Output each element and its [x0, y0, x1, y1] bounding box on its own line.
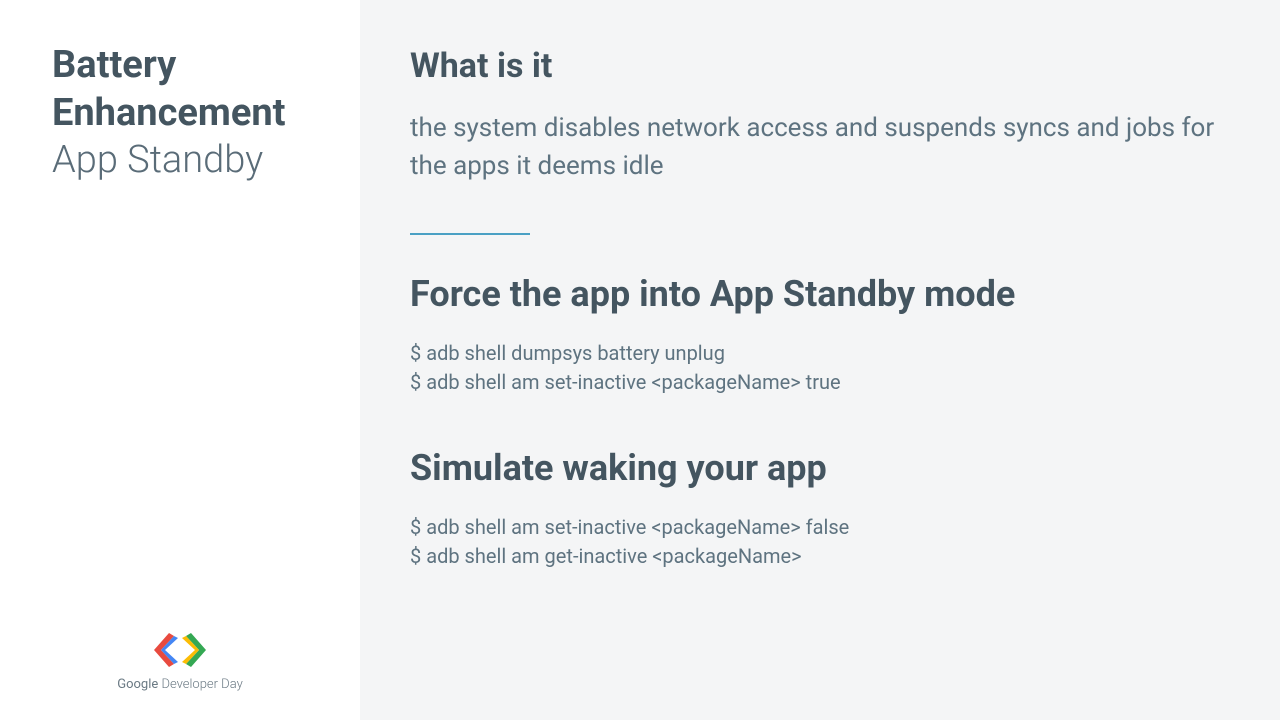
right-panel: What is it the system disables network a…	[360, 0, 1280, 720]
title-line1: Battery	[52, 42, 330, 90]
section2-code: $ adb shell dumpsys battery unplug $ adb…	[410, 339, 1220, 397]
section3-heading: Simulate waking your app	[410, 447, 1220, 489]
code-line: $ adb shell am get-inactive <packageName…	[410, 542, 1220, 571]
section3-code: $ adb shell am set-inactive <packageName…	[410, 513, 1220, 571]
footer-logo: Google Developer Day	[0, 633, 360, 692]
divider	[410, 233, 530, 235]
logo-text-light: Developer Day	[158, 677, 242, 692]
google-developers-icon	[152, 633, 208, 671]
section1-body: the system disables network access and s…	[410, 110, 1220, 185]
section1-heading: What is it	[410, 46, 1220, 86]
title-line2: Enhancement	[52, 90, 330, 138]
code-line: $ adb shell am set-inactive <packageName…	[410, 368, 1220, 397]
logo-text: Google Developer Day	[0, 677, 360, 692]
code-line: $ adb shell dumpsys battery unplug	[410, 339, 1220, 368]
code-line: $ adb shell am set-inactive <packageName…	[410, 513, 1220, 542]
logo-text-bold: Google	[117, 677, 158, 692]
section2-heading: Force the app into App Standby mode	[410, 273, 1220, 315]
subtitle: App Standby	[52, 137, 330, 185]
slide: Battery Enhancement App Standby Google D…	[0, 0, 1280, 720]
left-panel: Battery Enhancement App Standby Google D…	[0, 0, 360, 720]
